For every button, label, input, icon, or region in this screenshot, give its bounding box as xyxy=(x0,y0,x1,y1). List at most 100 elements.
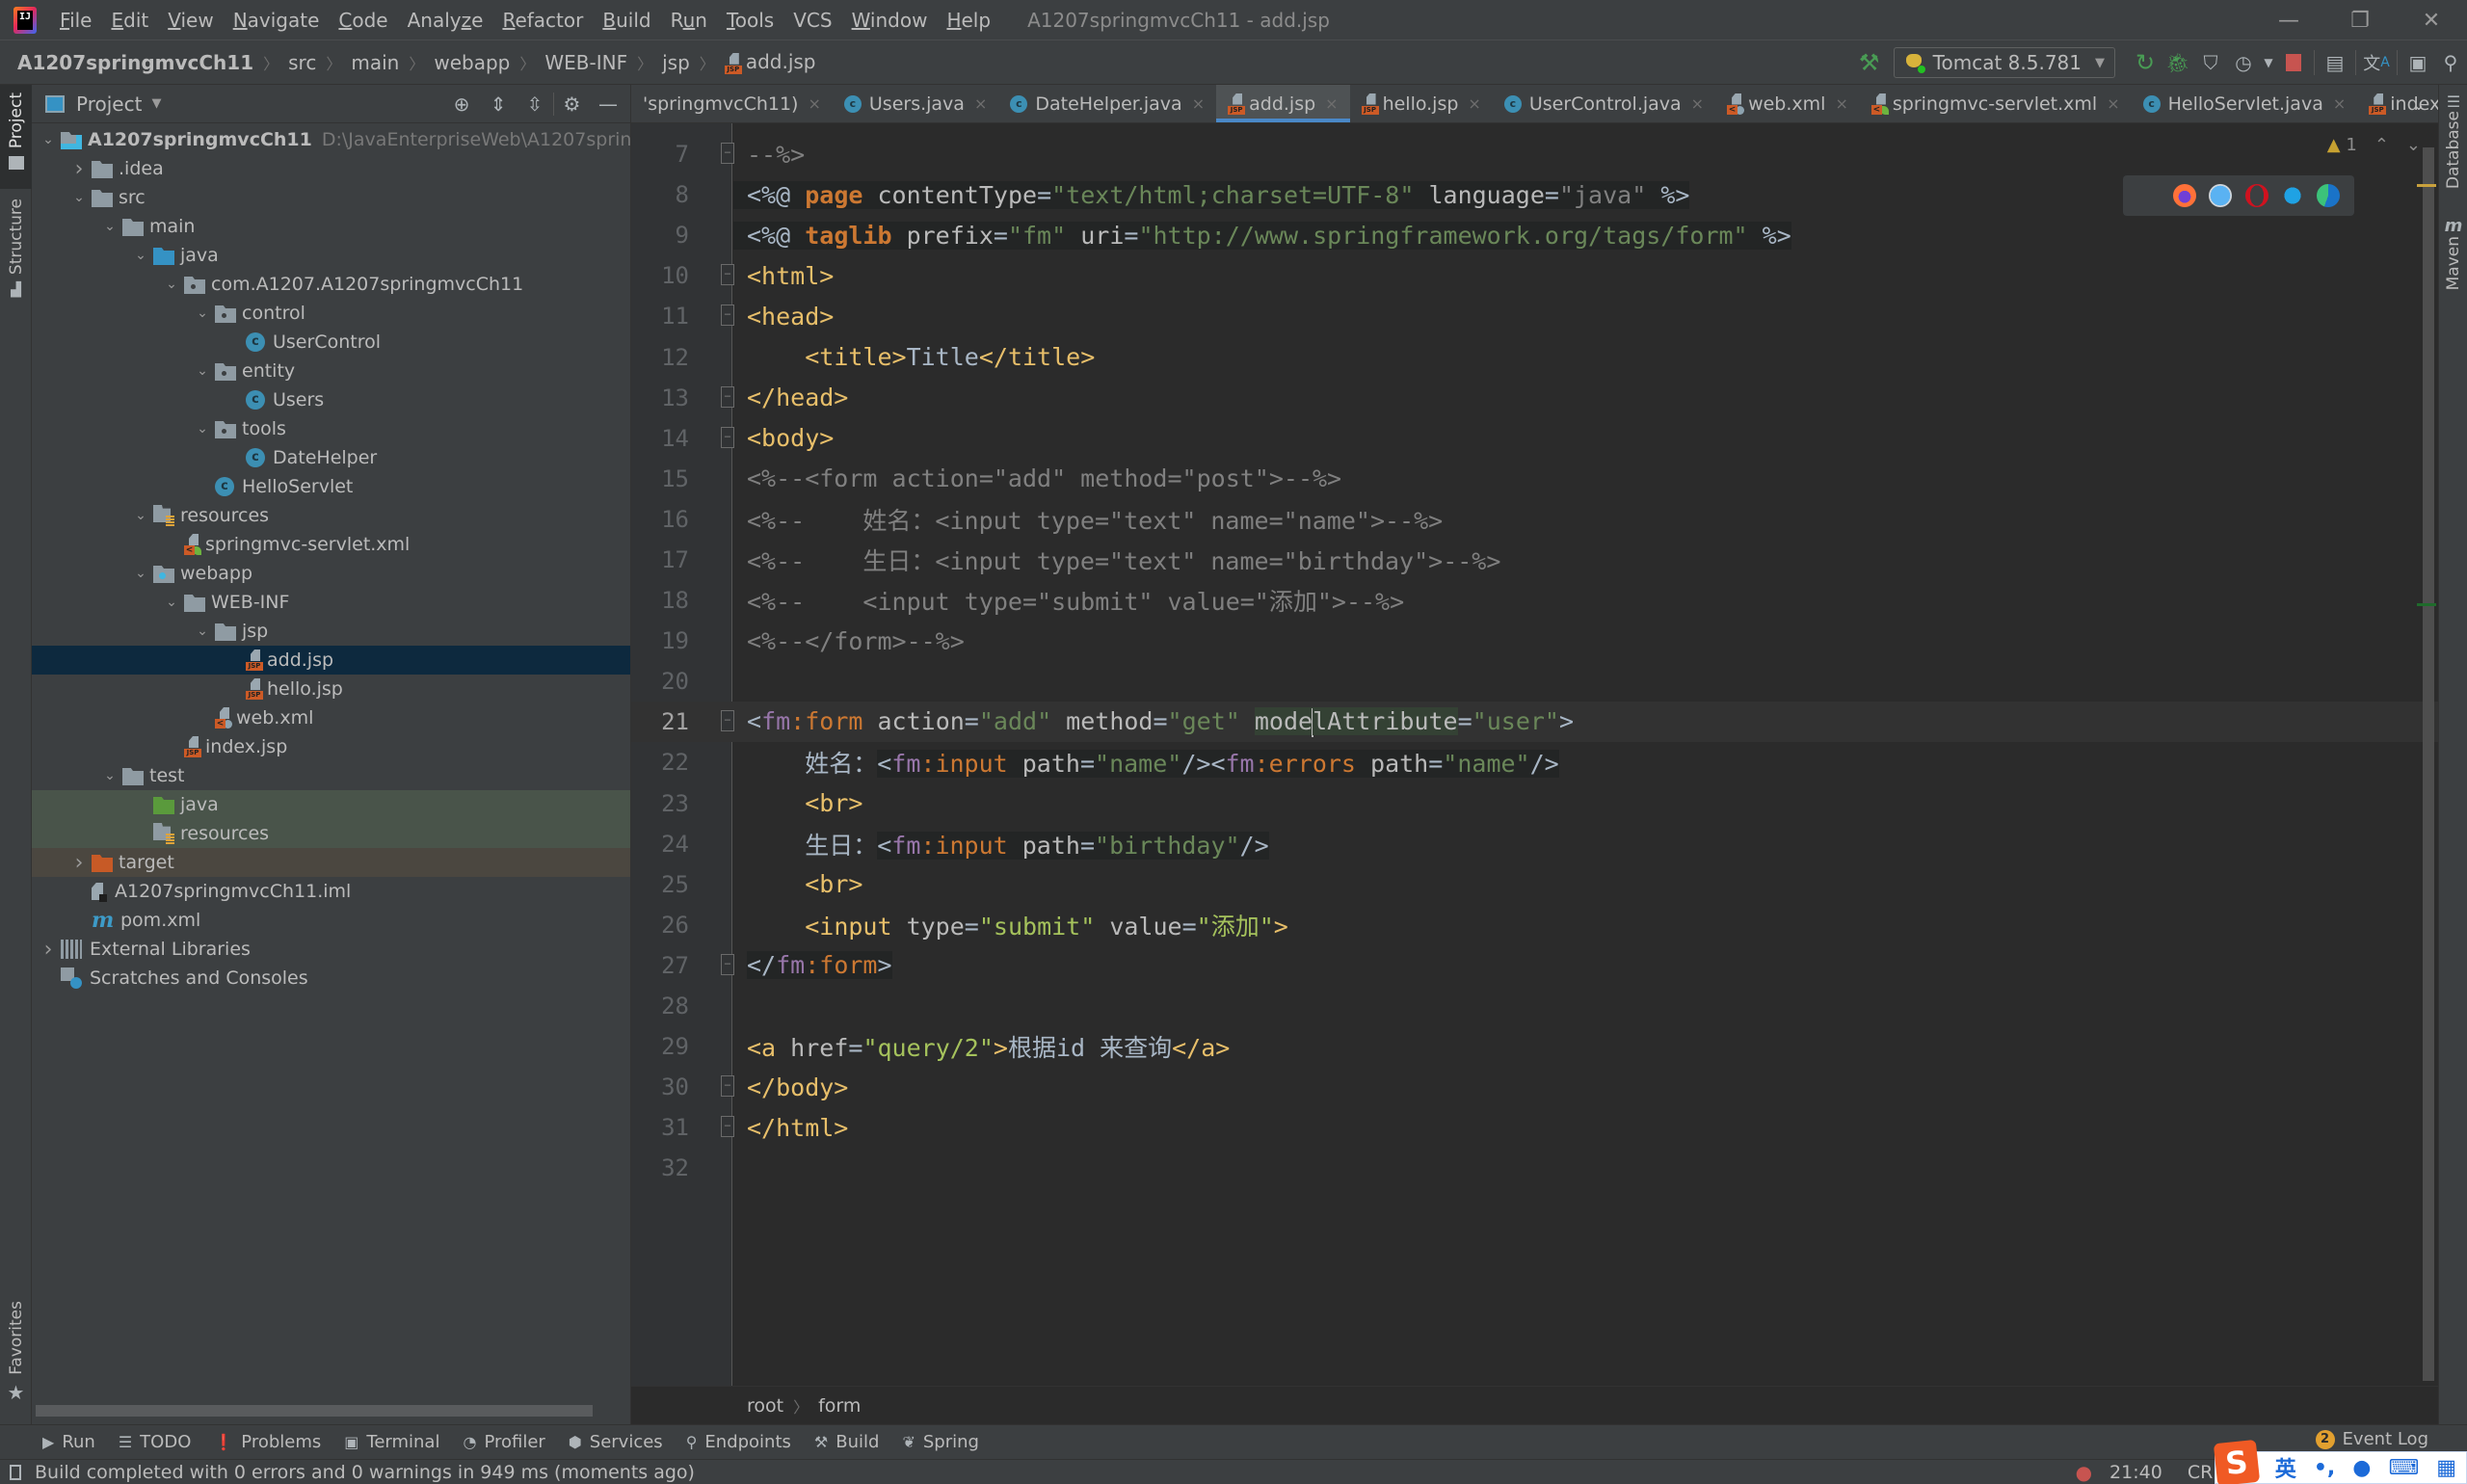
fold-collapse-icon[interactable]: − xyxy=(721,264,734,286)
keyboard-icon[interactable]: ⌨ xyxy=(2388,1456,2419,1480)
locate-icon[interactable]: ⊕ xyxy=(443,93,480,116)
tree-item[interactable]: ⌄ WEB-INF xyxy=(32,588,630,617)
ime-punctuation[interactable]: •, xyxy=(2314,1456,2335,1480)
code-line[interactable]: 13 − </head> xyxy=(631,378,2438,418)
menu-navigate[interactable]: Navigate xyxy=(224,0,330,40)
toggle-tool-windows-icon[interactable] xyxy=(10,1464,21,1480)
code-line[interactable]: 29 <a href="query/2">根据id 来查询</a> xyxy=(631,1026,2438,1067)
code-line[interactable]: 14 − <body> xyxy=(631,418,2438,459)
menu-analyze[interactable]: Analyze xyxy=(398,0,493,40)
tree-item[interactable]: ⌄ tools xyxy=(32,414,630,443)
breadcrumb-item[interactable]: jsp xyxy=(662,51,690,74)
horizontal-scrollbar[interactable] xyxy=(36,1405,593,1417)
menu-help[interactable]: Help xyxy=(937,0,1000,40)
microphone-icon[interactable]: ● xyxy=(2352,1456,2371,1480)
tool-window-profiler[interactable]: ◔ Profiler xyxy=(463,1432,544,1452)
edge-icon[interactable] xyxy=(2317,184,2341,207)
tree-item[interactable]: A1207springmvcCh11.iml xyxy=(32,877,630,906)
run-anything-icon[interactable]: ▣ xyxy=(2401,46,2434,79)
menu-refactor[interactable]: Refactor xyxy=(492,0,593,40)
menu-vcs[interactable]: VCS xyxy=(783,0,841,40)
close-tab-icon[interactable]: × xyxy=(1691,94,1704,113)
tree-item[interactable]: ⌄ java xyxy=(32,241,630,270)
tool-window-problems[interactable]: ❗ Problems xyxy=(214,1432,321,1452)
database-tool-button[interactable]: ☰ Database xyxy=(2439,93,2467,199)
tree-item[interactable]: Scratches and Consoles xyxy=(32,964,630,993)
tree-item[interactable]: ⌄ control xyxy=(32,299,630,328)
breadcrumb-item[interactable]: A1207springmvcCh11 xyxy=(17,51,253,74)
editor-crumb-form[interactable]: form xyxy=(818,1395,861,1417)
internet-explorer-icon[interactable] xyxy=(2280,184,2304,207)
code-line[interactable]: 28 xyxy=(631,986,2438,1026)
tab-springmvcch11[interactable]: 'springmvcCh11) × xyxy=(631,85,833,122)
close-tab-icon[interactable]: × xyxy=(2107,94,2119,113)
profile-icon[interactable]: ◷ xyxy=(2227,46,2260,79)
safari-icon[interactable] xyxy=(2209,184,2233,207)
vertical-scrollbar[interactable] xyxy=(2423,147,2434,1381)
code-line[interactable]: 9 <%@ taglib prefix="fm" uri="http://www.… xyxy=(631,215,2438,255)
tree-item[interactable]: c Users xyxy=(32,385,630,414)
fold-end-icon[interactable]: − xyxy=(721,385,734,408)
tree-item[interactable]: ⌄ resources xyxy=(32,501,630,530)
tree-item[interactable]: c UserControl xyxy=(32,328,630,357)
tree-item[interactable]: index.jsp xyxy=(32,732,630,761)
chevron-down-icon[interactable]: ⌄ xyxy=(128,566,153,581)
warning-count[interactable]: ▲ 1 xyxy=(2327,135,2357,155)
menu-build[interactable]: Build xyxy=(593,0,660,40)
tree-item[interactable]: › .idea xyxy=(32,154,630,183)
code-line[interactable]: 21− <fm:form action="add" method="get" mo… xyxy=(631,702,2438,743)
tab-web-xml[interactable]: web.xml × xyxy=(1715,85,1860,122)
code-line[interactable]: 17 <%-- 生日：<input type="text" name="birth… xyxy=(631,540,2438,580)
code-line[interactable]: 22 姓名：<fm:input path="name"/><fm:errors … xyxy=(631,742,2438,782)
close-tab-icon[interactable]: × xyxy=(1468,94,1480,113)
tab-users-java[interactable]: c Users.java × xyxy=(833,85,998,122)
code-line[interactable]: 25 <br> xyxy=(631,864,2438,905)
code-line[interactable]: 15 <%--<form action="add" method="post">-… xyxy=(631,459,2438,499)
debug-icon[interactable]: 🐞︎ xyxy=(2162,46,2194,79)
collapse-all-icon[interactable]: ⇳ xyxy=(517,93,553,116)
chevron-down-icon[interactable]: ⌄ xyxy=(190,305,215,321)
chevron-down-icon[interactable]: ⌄ xyxy=(159,595,184,610)
close-tab-icon[interactable]: × xyxy=(2333,94,2346,113)
tree-item[interactable]: hello.jsp xyxy=(32,675,630,703)
code-editor[interactable]: 7− --%> 8 <%@ page contentType="text/html;c… xyxy=(631,123,2438,1386)
tree-item[interactable]: › target xyxy=(32,848,630,877)
firefox-icon[interactable] xyxy=(2172,184,2196,207)
chevron-down-icon[interactable]: ⌄ xyxy=(190,421,215,437)
close-tab-icon[interactable]: × xyxy=(1192,94,1205,113)
project-structure-icon[interactable]: ▤ xyxy=(2319,46,2351,79)
fold-end-icon[interactable]: − xyxy=(721,953,734,975)
chevron-down-icon[interactable]: ⌄ xyxy=(36,132,61,147)
close-tab-icon[interactable]: × xyxy=(974,94,987,113)
rerun-icon[interactable]: ↻ xyxy=(2129,46,2162,79)
tab-datehelper-java[interactable]: c DateHelper.java × xyxy=(998,85,1216,122)
fold-collapse-icon[interactable]: − xyxy=(721,426,734,448)
menu-file[interactable]: File xyxy=(50,0,101,40)
code-line[interactable]: 19 <%--</form>--%> xyxy=(631,621,2438,661)
project-panel-title[interactable]: Project xyxy=(76,93,142,116)
breadcrumb-item[interactable]: webapp xyxy=(434,51,510,74)
run-config-selector[interactable]: Tomcat 8.5.781 ▼ xyxy=(1893,47,2115,78)
tree-item[interactable]: ⌄ test xyxy=(32,761,630,790)
breadcrumb-item[interactable]: main xyxy=(351,51,399,74)
fold-end-icon[interactable]: − xyxy=(721,1075,734,1098)
tree-item[interactable]: ⌄ main xyxy=(32,212,630,241)
code-line[interactable]: 32 xyxy=(631,1148,2438,1188)
code-line[interactable]: 30 − </body> xyxy=(631,1067,2438,1107)
event-log-button[interactable]: 2 Event Log xyxy=(2315,1429,2428,1449)
tree-item[interactable]: c HelloServlet xyxy=(32,472,630,501)
breadcrumb-item[interactable]: src xyxy=(288,51,316,74)
ime-menu-icon[interactable]: ▦ xyxy=(2436,1456,2456,1480)
code-line[interactable]: 11 − <head> xyxy=(631,296,2438,336)
menu-tools[interactable]: Tools xyxy=(717,0,783,40)
code-line[interactable]: 16 <%-- 姓名：<input type="text" name="name"… xyxy=(631,499,2438,540)
ime-language[interactable]: 英 xyxy=(2275,1452,2296,1483)
stop-icon[interactable] xyxy=(2277,46,2310,79)
tree-item[interactable]: ⌄ A1207springmvcCh11 D:\JavaEnterpriseWeb\… xyxy=(32,125,695,154)
chrome-icon[interactable] xyxy=(2137,184,2161,207)
code-line[interactable]: 18 <%-- <input type="submit" value="添加">-… xyxy=(631,580,2438,621)
tree-item[interactable]: java xyxy=(32,790,630,819)
tree-item[interactable]: ⌄ src xyxy=(32,183,630,212)
translate-icon[interactable]: 文A xyxy=(2360,46,2393,79)
code-line[interactable]: 27 − </fm:form> xyxy=(631,945,2438,986)
